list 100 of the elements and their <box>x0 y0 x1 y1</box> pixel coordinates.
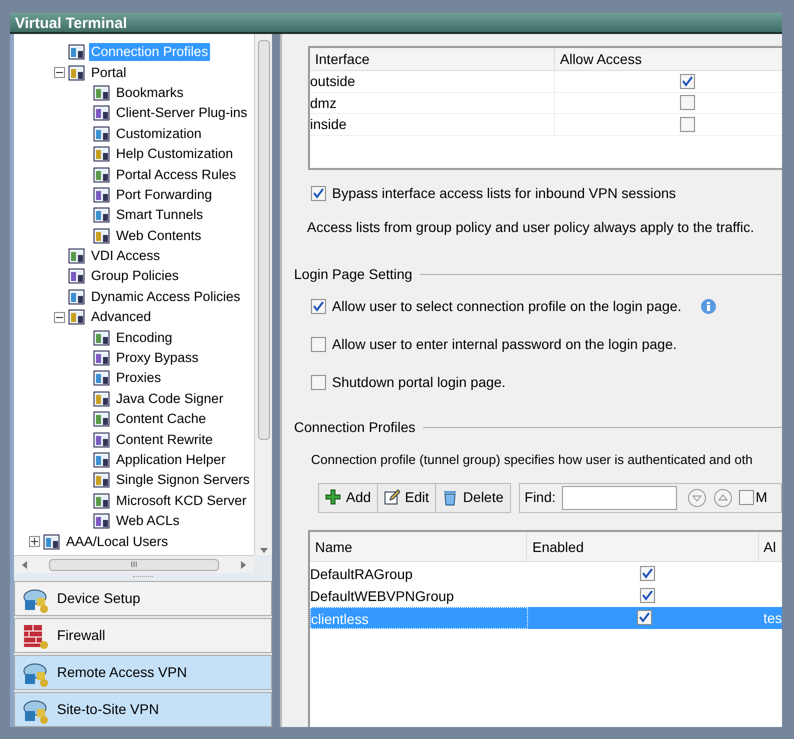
checkbox[interactable] <box>311 375 326 390</box>
checkbox[interactable] <box>738 490 754 505</box>
tree-item[interactable]: Application Helper <box>114 451 228 469</box>
page-icon <box>93 226 111 245</box>
tree-item[interactable]: Port Forwarding <box>114 186 214 204</box>
tree-item[interactable]: Java Code Signer <box>114 390 226 408</box>
tree-item[interactable]: Web Contents <box>114 226 204 245</box>
tree-item[interactable]: Smart Tunnels <box>114 206 206 224</box>
nav-button[interactable]: Device Setup <box>14 581 272 616</box>
nav-button[interactable]: Site-to-Site VPN <box>14 692 272 727</box>
group-title: Login Page Setting <box>294 265 412 284</box>
tree-item[interactable]: VDI Access <box>89 247 162 266</box>
nav-button[interactable]: Firewall <box>14 618 272 653</box>
page-icon <box>93 166 111 184</box>
scroll-left-icon[interactable] <box>22 560 27 568</box>
info-text: Access lists from group policy and user policy always apply to the traffic. <box>307 218 756 237</box>
checkbox[interactable] <box>680 95 695 110</box>
table-cell: dmz <box>310 92 555 113</box>
checkbox[interactable] <box>640 588 654 603</box>
column-header[interactable]: Allow Access <box>555 48 782 70</box>
checkbox-label[interactable]: Allow user to select connection profile on the login page. <box>332 296 682 317</box>
trash-can-icon <box>442 489 458 506</box>
page-icon <box>93 206 111 224</box>
tree-item[interactable]: Single Signon Servers <box>114 471 252 490</box>
vertical-scrollbar[interactable] <box>254 34 272 555</box>
tree-item[interactable]: Web ACLs <box>114 512 182 530</box>
column-header[interactable]: Interface <box>310 48 555 70</box>
scrollbar-thumb[interactable] <box>258 40 270 440</box>
page-icon <box>68 308 86 326</box>
splitter-handle[interactable] <box>133 576 153 578</box>
info-icon[interactable] <box>701 299 716 314</box>
find-previous-icon[interactable] <box>712 488 733 508</box>
tree-item[interactable]: Help Customization <box>114 145 236 164</box>
page-icon <box>68 43 86 62</box>
tree-item[interactable]: Portal Access Rules <box>114 166 238 184</box>
tree-item[interactable]: Dynamic Access Policies <box>89 288 242 306</box>
page-icon <box>93 410 111 428</box>
tree-item[interactable]: Content Cache <box>114 410 208 428</box>
title-bar: Virtual Terminal <box>10 13 782 34</box>
table-cell: outside <box>310 71 555 92</box>
page-icon <box>93 390 111 408</box>
checkbox[interactable] <box>640 566 654 581</box>
page-icon <box>93 124 111 143</box>
tree-item[interactable]: Proxy Bypass <box>114 349 201 368</box>
horizontal-scrollbar[interactable]: III <box>14 555 254 573</box>
page-icon <box>93 492 111 510</box>
expander-icon[interactable] <box>54 312 65 323</box>
pencil-note-icon <box>384 489 400 506</box>
page-icon <box>93 369 111 388</box>
tree-item[interactable]: Proxies <box>114 369 164 388</box>
checkbox-label[interactable]: Shutdown portal login page. <box>332 372 506 393</box>
plus-icon <box>325 489 341 506</box>
scrollbar-thumb[interactable]: III <box>49 558 219 570</box>
checkbox[interactable] <box>680 74 695 89</box>
tree-item[interactable]: AAA/Local Users <box>64 532 170 551</box>
find-label: Find: <box>524 488 556 507</box>
tree-item[interactable]: Content Rewrite <box>114 430 215 449</box>
nav-button[interactable]: Remote Access VPN <box>14 655 272 690</box>
find-next-icon[interactable] <box>686 488 707 508</box>
page-icon <box>68 267 86 286</box>
tree-item[interactable]: Portal <box>89 64 128 82</box>
tree-item[interactable]: Bookmarks <box>114 84 186 102</box>
tree-item[interactable]: Advanced <box>89 308 154 326</box>
checkbox-label[interactable]: M <box>756 487 768 508</box>
column-header[interactable]: Enabled <box>527 532 759 560</box>
checkbox[interactable] <box>311 337 326 352</box>
checkbox[interactable] <box>680 116 695 132</box>
find-field[interactable] <box>562 486 677 510</box>
checkbox-label[interactable]: Allow user to enter internal password on the login page. <box>332 334 677 355</box>
group-title: Connection Profiles <box>294 418 416 437</box>
page-icon <box>93 471 111 490</box>
table-cell: tes <box>763 610 782 626</box>
table-cell-text: DefaultRAGroup <box>310 564 414 584</box>
scroll-right-icon[interactable] <box>241 560 246 568</box>
tree-item[interactable]: Group Policies <box>89 267 181 286</box>
scroll-down-icon[interactable] <box>260 548 268 553</box>
toolbar-button[interactable]: Delete <box>435 484 510 512</box>
column-header[interactable]: Name <box>310 532 528 560</box>
column-header[interactable]: Al <box>758 532 782 560</box>
page-icon <box>93 186 111 204</box>
checkbox-label[interactable]: Bypass interface access lists for inbound VPN sessions <box>332 183 676 204</box>
toolbar-button[interactable]: Add <box>319 484 377 512</box>
page-icon <box>93 145 111 164</box>
toolbar-button[interactable]: Edit <box>376 484 436 512</box>
tree-item[interactable]: Client-Server Plug-ins <box>114 104 250 122</box>
table-cell: clientless <box>310 606 528 628</box>
expander-icon[interactable] <box>54 67 65 78</box>
table-cell-text: DefaultWEBVPNGroup <box>310 586 455 606</box>
tree-item[interactable]: Customization <box>114 124 204 143</box>
page-icon <box>93 430 111 449</box>
tree-item[interactable]: Encoding <box>114 328 174 347</box>
checkbox[interactable] <box>636 610 652 625</box>
expander-icon[interactable] <box>29 536 40 548</box>
description-text: Connection profile (tunnel group) specifies how user is authenticated and oth <box>311 451 754 469</box>
checkbox[interactable] <box>311 186 326 201</box>
tree-item[interactable]: Microsoft KCD Server <box>114 492 249 510</box>
page-icon <box>93 328 111 347</box>
page-icon <box>93 512 111 530</box>
page-icon <box>68 288 86 306</box>
checkbox[interactable] <box>311 299 326 314</box>
